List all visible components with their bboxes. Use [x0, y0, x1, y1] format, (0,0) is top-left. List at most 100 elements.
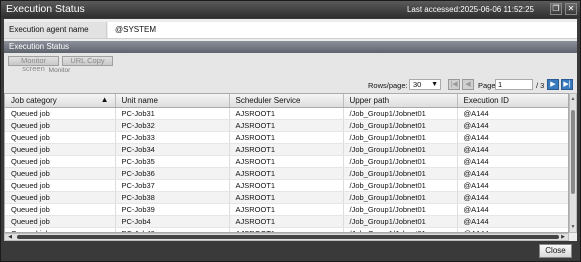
monitor-screen-button[interactable]: Monitor screen: [8, 56, 59, 73]
table-row[interactable]: Queued job PC-Job34 AJSROOT1/Job_Group1/Jo…: [5, 143, 568, 156]
scroll-left-icon[interactable]: ◀: [6, 234, 14, 240]
page-total: / 3: [536, 81, 545, 90]
first-page-icon[interactable]: |◀: [448, 79, 460, 90]
horizontal-scrollbar[interactable]: ◀ ▶: [4, 233, 569, 241]
table-cell: PC-Job32: [115, 119, 230, 132]
scroll-up-icon[interactable]: ▲: [570, 96, 576, 102]
monitor-group-label: Monitor: [48, 67, 71, 74]
table-header-row: Job category ▲ Unit name Scheduler Servic…: [5, 94, 568, 108]
table-cell: Queued job: [5, 215, 116, 228]
table-cell: AJSROOT1: [229, 131, 344, 144]
table-cell: Queued job: [5, 107, 116, 120]
rows-per-page-select[interactable]: 30 ▼: [409, 79, 441, 90]
table-cell: AJSROOT1: [229, 215, 344, 228]
execution-status-window: Execution Status Last accessed:2025-06-0…: [0, 0, 581, 262]
table-cell: /Job_Group1/Jobnet01: [343, 203, 458, 216]
table-cell: PC-Job38: [115, 191, 230, 204]
agent-row: Execution agent name @SYSTEM: [4, 19, 577, 39]
rows-per-page-value: 30: [413, 80, 422, 89]
execution-table: Job category ▲ Unit name Scheduler Servic…: [5, 94, 568, 232]
table-cell: /Job_Group1/Jobnet01: [343, 191, 458, 204]
table-cell: Queued job: [5, 179, 116, 192]
table-row[interactable]: Queued job PC-Job35 AJSROOT1/Job_Group1/Jo…: [5, 155, 568, 168]
table-row[interactable]: Queued job PC-Job33 AJSROOT1/Job_Group1/Jo…: [5, 131, 568, 144]
chevron-down-icon: ▼: [431, 81, 438, 88]
column-header[interactable]: Execution ID: [457, 94, 568, 108]
restore-icon[interactable]: ❐: [550, 3, 562, 15]
url-copy-button[interactable]: URL Copy: [62, 56, 113, 66]
table-cell: Queued job: [5, 143, 116, 156]
table-row[interactable]: Queued job PC-Job38 AJSROOT1/Job_Group1/Jo…: [5, 191, 568, 204]
pager: Rows/page: 30 ▼ |◀ ◀ Page: 1 / 3 ▶ ▶|: [4, 79, 577, 93]
table-cell: AJSROOT1: [229, 179, 344, 192]
table-cell: @A144: [457, 215, 568, 228]
table-cell: /Job_Group1/Jobnet01: [343, 143, 458, 156]
close-button[interactable]: Close: [539, 244, 572, 258]
scroll-down-icon[interactable]: ▼: [570, 224, 576, 230]
table-cell: PC-Job39: [115, 203, 230, 216]
table-cell: Queued job: [5, 155, 116, 168]
table-row[interactable]: Queued job PC-Job36 AJSROOT1/Job_Group1/Jo…: [5, 167, 568, 180]
table-cell: Queued job: [5, 167, 116, 180]
table-cell: @A144: [457, 167, 568, 180]
table-cell: @A144: [457, 203, 568, 216]
table-cell: @A144: [457, 191, 568, 204]
content-area: Execution agent name @SYSTEM Execution S…: [4, 19, 577, 241]
rows-per-page-label: Rows/page:: [368, 81, 408, 90]
table-cell: @A144: [457, 119, 568, 132]
table-cell: AJSROOT1: [229, 107, 344, 120]
table-cell: Queued job: [5, 131, 116, 144]
close-icon[interactable]: ✕: [565, 3, 577, 15]
scroll-right-icon[interactable]: ▶: [559, 234, 567, 240]
table-cell: AJSROOT1: [229, 191, 344, 204]
table-cell: /Job_Group1/Jobnet01: [343, 131, 458, 144]
table-cell: PC-Job31: [115, 107, 230, 120]
table-cell: PC-Job4: [115, 215, 230, 228]
window-title: Execution Status: [6, 3, 85, 15]
table-row[interactable]: Queued job PC-Job4 AJSROOT1/Job_Group1/Job…: [5, 215, 568, 228]
column-header[interactable]: Scheduler Service: [229, 94, 344, 108]
last-accessed-text: Last accessed:2025-06-06 11:52:25: [406, 5, 534, 14]
section-header: Execution Status: [4, 41, 577, 53]
last-page-icon[interactable]: ▶|: [561, 79, 573, 90]
table-cell: /Job_Group1/Jobnet01: [343, 167, 458, 180]
table-cell: /Job_Group1/Jobnet01: [343, 155, 458, 168]
table-row[interactable]: Queued job PC-Job37 AJSROOT1/Job_Group1/Jo…: [5, 179, 568, 192]
agent-value: @SYSTEM: [108, 22, 577, 38]
table-cell: @A144: [457, 179, 568, 192]
table-cell: /Job_Group1/Jobnet01: [343, 119, 458, 132]
execution-grid: Job category ▲ Unit name Scheduler Servic…: [4, 93, 569, 233]
table-cell: AJSROOT1: [229, 203, 344, 216]
title-bar: Execution Status Last accessed:2025-06-0…: [1, 1, 580, 18]
table-cell: /Job_Group1/Jobnet01: [343, 215, 458, 228]
previous-page-icon[interactable]: ◀: [462, 79, 474, 90]
table-cell: AJSROOT1: [229, 167, 344, 180]
table-cell: PC-Job33: [115, 131, 230, 144]
table-cell: PC-Job37: [115, 179, 230, 192]
table-row[interactable]: Queued job PC-Job31 AJSROOT1/Job_Group1/Jo…: [5, 107, 568, 120]
next-page-icon[interactable]: ▶: [547, 79, 559, 90]
table-row[interactable]: Queued job PC-Job39 AJSROOT1/Job_Group1/Jo…: [5, 203, 568, 216]
vertical-scroll-thumb[interactable]: [571, 110, 575, 194]
table-cell: Queued job: [5, 191, 116, 204]
column-header[interactable]: Job category ▲: [5, 94, 116, 108]
table-cell: @A144: [457, 143, 568, 156]
table-cell: PC-Job34: [115, 143, 230, 156]
page-input[interactable]: 1: [495, 79, 533, 90]
table-cell: @A144: [457, 155, 568, 168]
agent-label: Execution agent name: [4, 22, 107, 38]
horizontal-scroll-thumb[interactable]: [17, 235, 559, 239]
table-cell: AJSROOT1: [229, 155, 344, 168]
column-header[interactable]: Upper path: [343, 94, 458, 108]
vertical-scrollbar[interactable]: ▲ ▼: [569, 93, 577, 233]
table-cell: @A144: [457, 131, 568, 144]
table-row[interactable]: Queued job PC-Job32 AJSROOT1/Job_Group1/Jo…: [5, 119, 568, 132]
column-header[interactable]: Unit name: [115, 94, 230, 108]
table-cell: Queued job: [5, 203, 116, 216]
table-body: Queued job PC-Job31 AJSROOT1/Job_Group1/Jo…: [5, 107, 568, 232]
table-cell: /Job_Group1/Jobnet01: [343, 107, 458, 120]
table-cell: PC-Job36: [115, 167, 230, 180]
footer: Close: [1, 241, 580, 261]
table-cell: Queued job: [5, 119, 116, 132]
table-cell: PC-Job35: [115, 155, 230, 168]
